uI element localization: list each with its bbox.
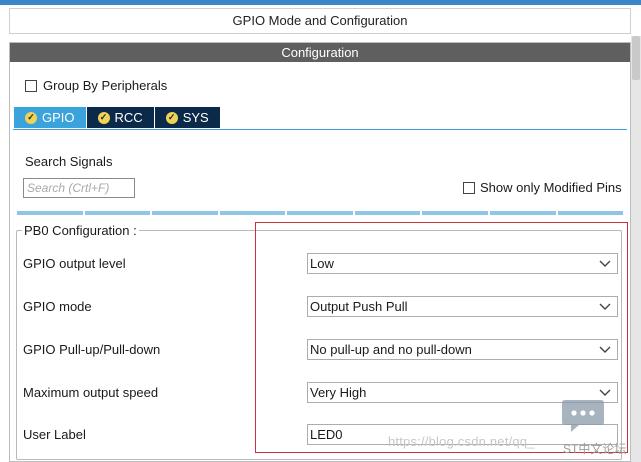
pin-table-header-strip (17, 211, 624, 215)
group-by-peripherals-checkbox[interactable] (25, 79, 37, 92)
group-by-peripherals-label: Group By Peripherals (43, 78, 168, 93)
table-column-divider (152, 211, 218, 215)
chevron-down-icon (599, 303, 611, 310)
select-value: No pull-up and no pull-down (310, 342, 472, 357)
gpio-mode-label: GPIO mode (23, 299, 92, 314)
table-column-divider (354, 211, 421, 215)
table-column-divider (557, 211, 624, 215)
table-column-divider (219, 211, 286, 215)
check-circle-icon: ✓ (165, 111, 178, 124)
pb0-configuration-legend: PB0 Configuration : (22, 223, 139, 238)
tab-rcc[interactable]: ✓ RCC (86, 107, 154, 128)
select-value: Low (310, 256, 334, 271)
tab-label: GPIO (42, 110, 75, 125)
window-title: GPIO Mode and Configuration (9, 8, 631, 34)
check-circle-icon: ✓ (25, 111, 37, 124)
show-modified-pins-checkbox[interactable] (463, 181, 475, 194)
gpio-mode-select[interactable]: Output Push Pull (307, 296, 618, 317)
table-column-divider (489, 211, 556, 215)
gpio-pull-up-pull-down-select[interactable]: No pull-up and no pull-down (307, 339, 618, 360)
pb0-configuration-group: PB0 Configuration : GPIO output level Lo… (16, 223, 622, 460)
show-modified-pins-row[interactable]: Show only Modified Pins (463, 180, 622, 195)
search-signals-label: Search Signals (25, 154, 113, 169)
group-by-peripherals-row[interactable]: Group By Peripherals (25, 78, 167, 93)
select-value: Very High (310, 385, 367, 400)
show-modified-pins-label: Show only Modified Pins (480, 180, 622, 195)
search-signals-input[interactable] (23, 178, 135, 198)
table-column-divider (422, 211, 488, 215)
configuration-panel: Configuration Group By Peripherals ✓ GPI… (9, 42, 631, 462)
table-column-divider (84, 211, 151, 215)
table-column-divider (287, 211, 353, 215)
scrollbar-thumb[interactable] (632, 36, 640, 80)
peripheral-tabs: ✓ GPIO ✓ RCC ✓ SYS (14, 107, 220, 128)
select-value: Output Push Pull (310, 299, 408, 314)
watermark-forum-name: ST中文论坛 (563, 442, 627, 456)
configuration-header: Configuration (10, 43, 630, 62)
chevron-down-icon (599, 389, 611, 396)
gpio-output-level-label: GPIO output level (23, 256, 126, 271)
chevron-down-icon (599, 260, 611, 267)
watermark-url: https://blog.csdn.net/qq_ (388, 434, 535, 449)
tab-sys[interactable]: ✓ SYS (154, 107, 220, 128)
table-column-divider (17, 211, 83, 215)
vertical-scrollbar[interactable] (631, 36, 641, 462)
tab-label: RCC (114, 110, 143, 125)
chevron-down-icon (599, 346, 611, 353)
tab-label: SYS (182, 110, 209, 125)
maximum-output-speed-label: Maximum output speed (23, 385, 159, 400)
check-circle-icon: ✓ (97, 111, 110, 124)
gpio-tab-content: Search Signals Show only Modified Pins P… (13, 129, 627, 461)
user-label-label: User Label (23, 427, 86, 442)
gpio-pull-up-pull-down-label: GPIO Pull-up/Pull-down (23, 342, 161, 357)
gpio-output-level-select[interactable]: Low (307, 253, 618, 274)
chat-bubble-icon (562, 400, 604, 432)
top-accent-strip (0, 0, 641, 5)
tab-gpio[interactable]: ✓ GPIO (14, 107, 86, 128)
